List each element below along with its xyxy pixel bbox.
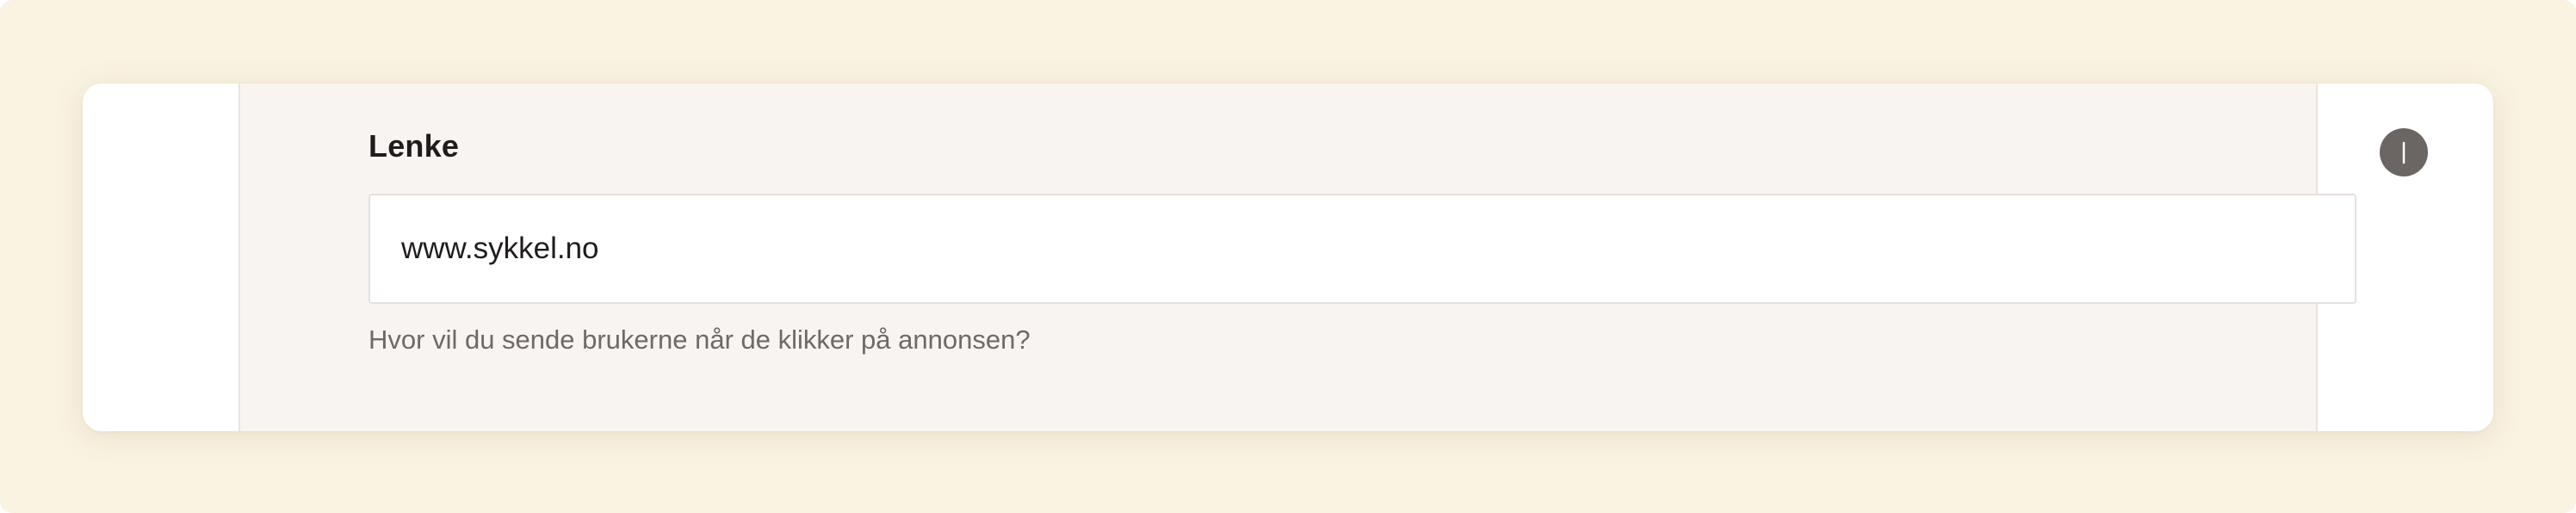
- form-card: Lenke Hvor vil du sende brukerne når de …: [83, 83, 2493, 431]
- page-background: Lenke Hvor vil du sende brukerne når de …: [0, 0, 2576, 513]
- link-field-label: Lenke: [368, 128, 460, 164]
- link-input[interactable]: [368, 194, 2356, 304]
- link-field-help-text: Hvor vil du sende brukerne når de klikke…: [368, 324, 1031, 355]
- link-field-panel: Lenke Hvor vil du sende brukerne når de …: [238, 83, 2428, 431]
- info-icon: [2402, 141, 2406, 164]
- info-button[interactable]: [2380, 128, 2428, 176]
